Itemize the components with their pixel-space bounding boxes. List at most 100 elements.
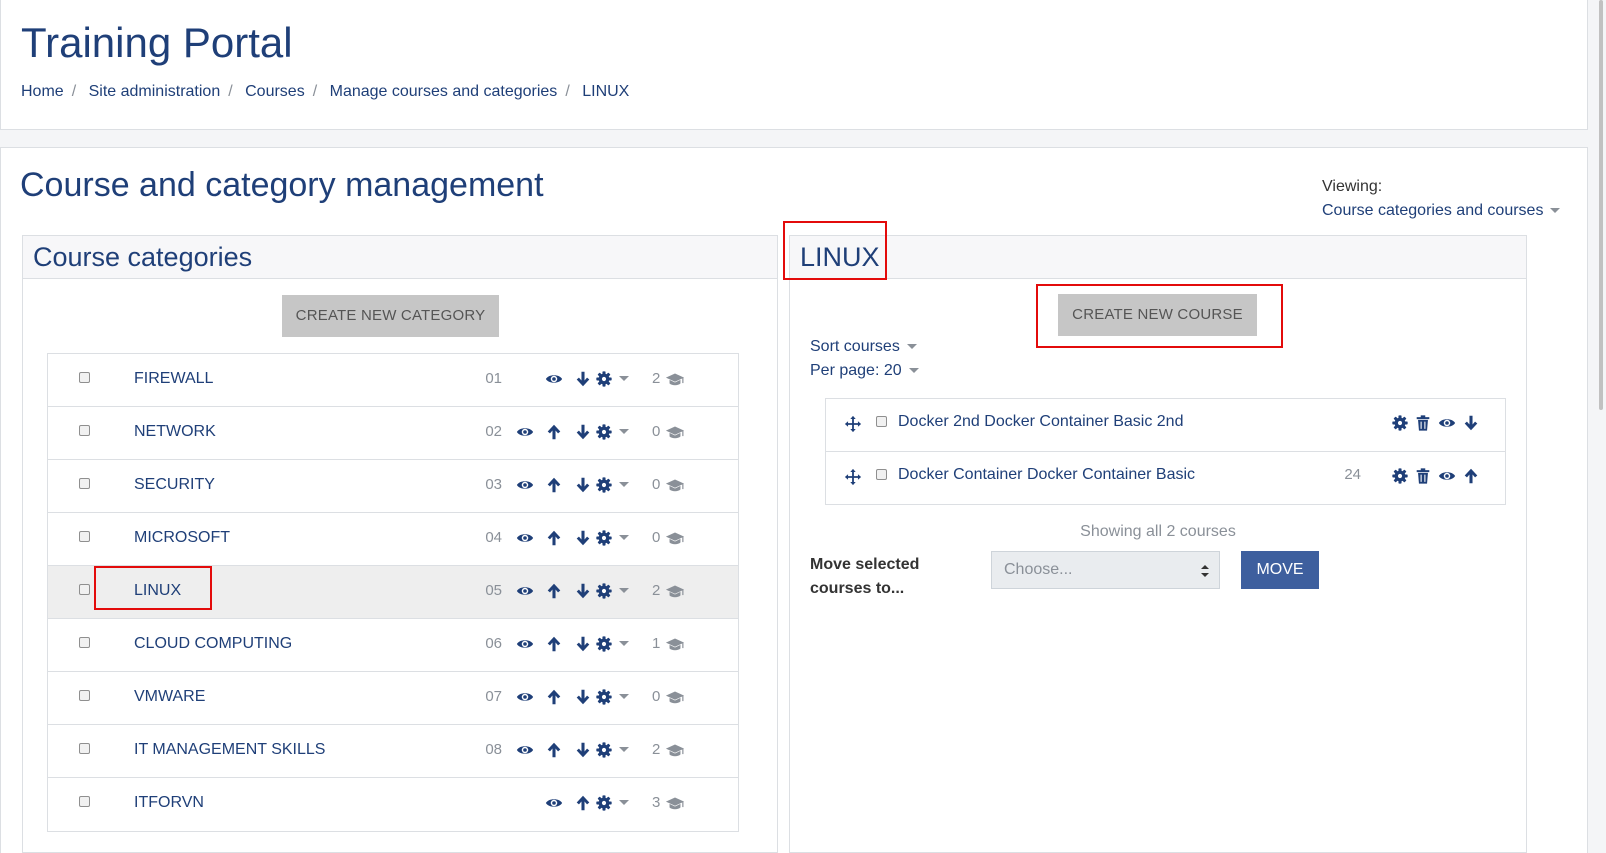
caret-down-icon[interactable] [619, 429, 629, 447]
eye-icon[interactable] [545, 794, 563, 812]
category-checkbox[interactable] [79, 425, 90, 436]
caret-down-icon[interactable] [619, 535, 629, 553]
eye-icon[interactable] [545, 370, 563, 388]
category-name[interactable]: CLOUD COMPUTING [134, 635, 292, 653]
eye-icon[interactable] [516, 741, 534, 759]
category-checkbox[interactable] [79, 372, 90, 383]
category-row[interactable]: FIREWALL 01 2 [48, 354, 738, 407]
category-row[interactable]: MICROSOFT 04 0 [48, 513, 738, 566]
scrollbar[interactable] [1588, 0, 1606, 853]
category-row[interactable]: LINUX 05 2 [48, 566, 738, 619]
arrow-down-icon[interactable] [574, 688, 592, 706]
category-checkbox[interactable] [79, 690, 90, 701]
category-row[interactable]: IT MANAGEMENT SKILLS 08 2 [48, 725, 738, 778]
gear-icon[interactable] [595, 741, 613, 759]
eye-icon[interactable] [516, 635, 534, 653]
arrow-up-icon[interactable] [545, 423, 563, 441]
category-name[interactable]: FIREWALL [134, 370, 213, 388]
gear-icon[interactable] [595, 370, 613, 388]
move-icon[interactable] [844, 415, 862, 433]
arrow-down-icon[interactable] [574, 370, 592, 388]
category-checkbox[interactable] [79, 478, 90, 489]
category-name[interactable]: ITFORVN [134, 794, 204, 812]
create-new-category-button[interactable]: CREATE NEW CATEGORY [282, 295, 499, 337]
eye-icon[interactable] [516, 529, 534, 547]
arrow-up-icon[interactable] [545, 635, 563, 653]
category-checkbox[interactable] [79, 584, 90, 595]
caret-down-icon[interactable] [619, 800, 629, 818]
arrow-down-icon[interactable] [574, 423, 592, 441]
category-name[interactable]: LINUX [134, 582, 181, 600]
create-new-course-button[interactable]: CREATE NEW COURSE [1058, 294, 1257, 336]
caret-down-icon[interactable] [619, 376, 629, 394]
arrow-up-icon[interactable] [545, 476, 563, 494]
category-row[interactable]: VMWARE 07 0 [48, 672, 738, 725]
arrow-down-icon[interactable] [574, 635, 592, 653]
category-row[interactable]: SECURITY 03 0 [48, 460, 738, 513]
category-checkbox[interactable] [79, 743, 90, 754]
arrow-up-icon[interactable] [545, 582, 563, 600]
move-category-select[interactable]: Choose... [991, 551, 1220, 589]
arrow-up-icon[interactable] [1462, 467, 1480, 485]
category-name[interactable]: VMWARE [134, 688, 205, 706]
gear-icon[interactable] [595, 582, 613, 600]
breadcrumb-home[interactable]: Home [21, 83, 64, 100]
gear-icon[interactable] [595, 794, 613, 812]
caret-down-icon[interactable] [619, 588, 629, 606]
eye-icon[interactable] [1438, 414, 1456, 432]
breadcrumb-site-administration[interactable]: Site administration [89, 83, 221, 100]
arrow-up-icon[interactable] [545, 529, 563, 547]
eye-icon[interactable] [516, 582, 534, 600]
site-title[interactable]: Training Portal [21, 18, 293, 68]
gear-icon[interactable] [595, 635, 613, 653]
move-button[interactable]: MOVE [1241, 551, 1319, 589]
eye-icon[interactable] [516, 688, 534, 706]
caret-down-icon[interactable] [619, 641, 629, 659]
category-name[interactable]: NETWORK [134, 423, 216, 441]
arrow-down-icon[interactable] [574, 529, 592, 547]
trash-icon[interactable] [1414, 414, 1432, 432]
course-checkbox[interactable] [876, 416, 887, 427]
eye-icon[interactable] [1438, 467, 1456, 485]
category-name[interactable]: MICROSOFT [134, 529, 230, 547]
category-row[interactable]: NETWORK 02 0 [48, 407, 738, 460]
course-row[interactable]: Docker Container Docker Container Basic 2… [826, 452, 1505, 505]
gear-icon[interactable] [595, 423, 613, 441]
caret-down-icon[interactable] [619, 482, 629, 500]
eye-icon[interactable] [516, 423, 534, 441]
breadcrumb-current[interactable]: LINUX [582, 83, 629, 100]
eye-icon[interactable] [516, 476, 534, 494]
scrollbar-thumb[interactable] [1599, 0, 1603, 410]
course-name[interactable]: Docker 2nd Docker Container Basic 2nd [898, 413, 1183, 431]
arrow-up-icon[interactable] [545, 688, 563, 706]
category-row[interactable]: CLOUD COMPUTING 06 1 [48, 619, 738, 672]
category-checkbox[interactable] [79, 637, 90, 648]
caret-down-icon[interactable] [619, 694, 629, 712]
breadcrumb-manage-courses[interactable]: Manage courses and categories [330, 83, 558, 100]
gear-icon[interactable] [595, 476, 613, 494]
arrow-down-icon[interactable] [574, 582, 592, 600]
gear-icon[interactable] [1391, 414, 1409, 432]
category-row[interactable]: ITFORVN 3 [48, 778, 738, 831]
course-name[interactable]: Docker Container Docker Container Basic [898, 466, 1195, 484]
arrow-down-icon[interactable] [574, 476, 592, 494]
caret-down-icon[interactable] [619, 747, 629, 765]
gear-icon[interactable] [595, 688, 613, 706]
arrow-up-icon[interactable] [574, 794, 592, 812]
course-row[interactable]: Docker 2nd Docker Container Basic 2nd [826, 399, 1505, 452]
breadcrumb-courses[interactable]: Courses [245, 83, 305, 100]
per-page-dropdown[interactable]: Per page: 20 [810, 362, 919, 380]
arrow-up-icon[interactable] [545, 741, 563, 759]
gear-icon[interactable] [595, 529, 613, 547]
category-checkbox[interactable] [79, 531, 90, 542]
viewing-dropdown[interactable]: Course categories and courses [1322, 202, 1561, 220]
sort-courses-dropdown[interactable]: Sort courses [810, 338, 917, 356]
arrow-down-icon[interactable] [574, 741, 592, 759]
trash-icon[interactable] [1414, 467, 1432, 485]
category-name[interactable]: IT MANAGEMENT SKILLS [134, 741, 325, 759]
arrow-down-icon[interactable] [1462, 414, 1480, 432]
category-checkbox[interactable] [79, 796, 90, 807]
gear-icon[interactable] [1391, 467, 1409, 485]
move-icon[interactable] [844, 468, 862, 486]
course-checkbox[interactable] [876, 469, 887, 480]
